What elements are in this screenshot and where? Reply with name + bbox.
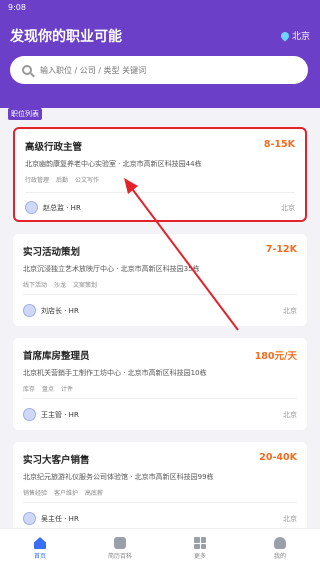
location-label: 北京 — [291, 32, 310, 42]
grid-icon — [194, 537, 206, 549]
tab-home[interactable]: 首页 — [0, 529, 80, 568]
job-tag: 文案策划 — [73, 282, 98, 289]
recruiter-name: 刘店长 · HR — [41, 306, 79, 315]
job-card[interactable]: 实习大客户销售 20-40K 北京纪元旅游礼仪服务公司体验馆 · 北京市高新区科… — [13, 442, 307, 534]
job-company: 北京纪元旅游礼仪服务公司体验馆 · 北京市高新区科技园99栋 — [23, 473, 214, 481]
job-tag: 公文写作 — [75, 177, 100, 184]
job-tag: 计件 — [61, 386, 74, 393]
job-tag: 销售经验 — [23, 490, 48, 497]
job-tag: 行政管理 — [25, 177, 50, 184]
status-time: 9:08 — [8, 3, 26, 12]
job-salary: 7-12K — [265, 244, 297, 255]
avatar — [23, 512, 36, 525]
recruiter-name: 王主管 · HR — [41, 410, 79, 419]
tab-label: 首页 — [33, 553, 46, 560]
tab-resume-wiki[interactable]: 简历百科 — [80, 529, 160, 568]
job-tag: 客户维护 — [54, 490, 79, 497]
search-bar[interactable] — [10, 56, 308, 84]
card-divider — [25, 192, 295, 193]
job-tag: 线下活动 — [23, 282, 48, 289]
job-tag: 盘点 — [42, 386, 55, 393]
job-city: 北京 — [283, 411, 297, 419]
tab-label: 我的 — [273, 553, 286, 560]
bottom-tab-bar: 首页 简历百科 更多 我的 — [0, 528, 320, 568]
job-card[interactable]: 实习活动策划 7-12K 北京沉浸独立艺术放映厅中心 · 北京市高新区科技园35… — [13, 234, 307, 326]
location-pin-icon — [279, 29, 291, 42]
section-label: 职位列表 — [8, 108, 42, 120]
job-company: 北京机关营銷手工制作工坊中心 · 北京市高新区科技园10栋 — [23, 369, 207, 377]
avatar — [25, 201, 38, 214]
tab-label: 更多 — [193, 553, 206, 560]
job-city: 北京 — [281, 204, 295, 212]
avatar — [23, 408, 36, 421]
recruiter-info: 赵总监 · HR — [25, 201, 81, 214]
job-salary: 8-15K — [263, 139, 295, 150]
tab-more[interactable]: 更多 — [160, 529, 240, 568]
job-tags: 销售经验 客户维护 高底薪 — [23, 488, 297, 497]
card-divider — [23, 294, 297, 295]
tab-profile[interactable]: 我的 — [240, 529, 320, 568]
job-title: 实习大客户销售 — [23, 455, 90, 466]
job-tag: 沙龙 — [54, 282, 67, 289]
job-salary: 20-40K — [259, 452, 297, 463]
job-salary: 180元/天 — [254, 351, 297, 362]
job-title: 高级行政主管 — [25, 142, 83, 153]
job-tags: 库存 盘点 计件 — [23, 384, 297, 393]
status-bar: 9:08 — [0, 0, 320, 16]
header: 发现你的职业可能 北京 — [0, 16, 320, 108]
card-divider — [23, 502, 297, 503]
recruiter-info: 王主管 · HR — [23, 408, 79, 421]
recruiter-info: 刘店长 · HR — [23, 304, 79, 317]
search-icon — [22, 65, 32, 75]
search-input[interactable] — [40, 65, 280, 75]
job-tag: 后勤 — [56, 177, 69, 184]
recruiter-name: 赵总监 · HR — [43, 203, 81, 212]
job-tags: 线下活动 沙龙 文案策划 — [23, 280, 297, 289]
job-tags: 行政管理 后勤 公文写作 — [25, 175, 295, 184]
card-divider — [23, 398, 297, 399]
job-company: 北京沉浸独立艺术放映厅中心 · 北京市高新区科技园35栋 — [23, 265, 200, 273]
job-card[interactable]: 高级行政主管 8-15K 北京幽韵康复养老中心实验室 · 北京市高新区科技园44… — [13, 127, 307, 222]
location-selector[interactable]: 北京 — [279, 29, 310, 42]
home-icon — [34, 537, 46, 549]
person-icon — [274, 537, 286, 549]
job-company: 北京幽韵康复养老中心实验室 · 北京市高新区科技园44栋 — [25, 160, 202, 168]
job-title: 实习活动策划 — [23, 247, 81, 258]
avatar — [23, 304, 36, 317]
page-title: 发现你的职业可能 — [10, 29, 122, 45]
job-tag: 库存 — [23, 386, 36, 393]
recruiter-name: 吴主任 · HR — [41, 514, 79, 523]
job-tag: 高底薪 — [85, 490, 104, 497]
job-city: 北京 — [283, 307, 297, 315]
job-card[interactable]: 首席库房整理员 180元/天 北京机关营銷手工制作工坊中心 · 北京市高新区科技… — [13, 338, 307, 430]
recruiter-info: 吴主任 · HR — [23, 512, 79, 525]
job-city: 北京 — [283, 515, 297, 523]
tab-label: 简历百科 — [107, 553, 132, 560]
resume-icon — [114, 537, 126, 549]
